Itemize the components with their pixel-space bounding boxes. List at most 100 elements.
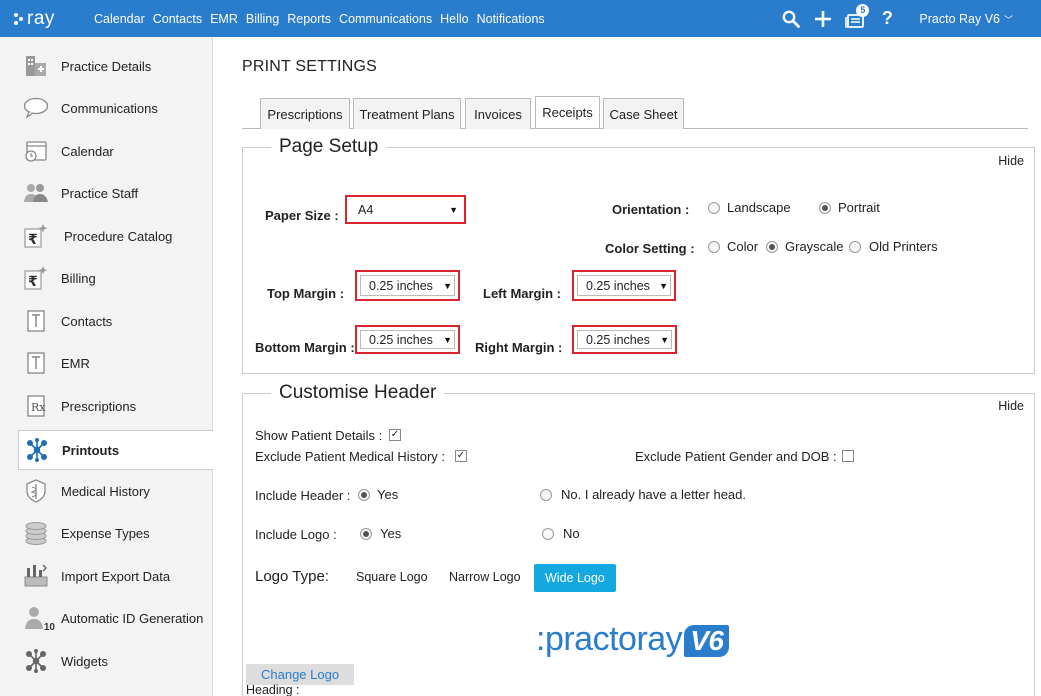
old-printers-radio[interactable] [849,241,861,253]
tab-case-sheet[interactable]: Case Sheet [603,98,684,129]
sidebar-item-label: Expense Types [61,525,150,541]
id-badge-number: 10 [43,622,55,633]
customise-header-section: Customise Header Hide Show Patient Detai… [242,382,1035,696]
nav-emr[interactable]: EMR [210,12,238,26]
exclude-medical-history-checkbox[interactable]: ✓ [455,450,467,462]
tab-invoices[interactable]: Invoices [465,98,531,129]
user-menu[interactable]: Practo Ray V6 ﹀ [919,12,1013,26]
sidebar-item-billing[interactable]: ₹ Billing [18,258,213,298]
include-logo-yes-radio[interactable] [360,528,372,540]
color-setting-label: Color Setting : [605,241,695,256]
page-setup-section: Page Setup Hide Paper Size : A4 ▼ Orient… [242,136,1035,374]
sidebar-item-widgets[interactable]: Widgets [18,641,213,681]
tab-prescriptions[interactable]: Prescriptions [260,98,350,129]
grayscale-option-label: Grayscale [785,239,844,254]
grayscale-radio[interactable] [766,241,778,253]
nav-contacts[interactable]: Contacts [153,12,202,26]
sidebar-item-calendar[interactable]: Calendar [18,131,213,171]
sidebar-item-emr[interactable]: EMR [18,343,213,383]
dropdown-arrow-icon: ▼ [443,280,452,291]
include-header-no-label: No. I already have a letter head. [561,487,747,502]
right-margin-select[interactable]: 0.25 inches ▼ [572,325,677,354]
include-header-no-radio[interactable] [540,489,552,501]
molecule-icon [24,437,50,463]
sidebar-item-printouts[interactable]: Printouts [18,430,213,470]
sidebar-item-practice-staff[interactable]: Practice Staff [18,173,213,213]
nav-reports[interactable]: Reports [287,12,331,26]
sidebar-item-import-export[interactable]: Import Export Data [18,556,213,596]
change-logo-button[interactable]: Change Logo [246,664,355,685]
print-tabs: Prescriptions Treatment Plans Invoices R… [242,96,1028,129]
sidebar-item-practice-details[interactable]: Practice Details [18,46,213,86]
sidebar-item-medical-history[interactable]: Medical History [18,471,213,511]
page-title: PRINT SETTINGS [242,58,377,75]
main-nav: Calendar Contacts EMR Billing Reports Co… [94,12,553,26]
building-icon [23,53,49,79]
sidebar-item-communications[interactable]: Communications [18,88,213,128]
coins-icon [23,520,49,546]
nav-notifications[interactable]: Notifications [477,12,545,26]
customise-header-hide-link[interactable]: Hide [998,399,1024,413]
help-glyph: ? [881,8,893,28]
exclude-gender-dob-label: Exclude Patient Gender and DOB : [635,449,837,464]
left-margin-label: Left Margin : [483,286,561,301]
include-logo-no-radio[interactable] [542,528,554,540]
square-logo-button[interactable]: Square Logo [346,564,438,590]
nav-hello[interactable]: Hello [440,12,469,26]
rupee-sparkle-icon: ₹ [23,265,49,291]
sidebar-item-contacts[interactable]: Contacts [18,301,213,341]
paper-size-select[interactable]: A4 ▼ [345,195,466,224]
orientation-landscape-radio[interactable] [708,202,720,214]
sidebar-item-prescriptions[interactable]: Rx Prescriptions [18,386,213,426]
sidebar-item-label: Automatic ID Generation [61,610,204,626]
top-margin-select[interactable]: 0.25 inches ▼ [355,270,460,301]
heading-label: Heading : [246,683,300,696]
orientation-label: Orientation : [612,202,690,217]
orientation-portrait-label: Portrait [838,200,880,215]
bottom-margin-select[interactable]: 0.25 inches ▼ [355,325,460,354]
orientation-portrait-radio[interactable] [819,202,831,214]
sidebar-item-label: Medical History [61,483,150,499]
sidebar-item-automatic-id[interactable]: 10 Automatic ID Generation [18,598,213,638]
top-margin-value: 0.25 inches [369,278,433,293]
top-navbar: ray Calendar Contacts EMR Billing Report… [0,0,1041,37]
main-content: PRINT SETTINGS Prescriptions Treatment P… [213,37,1041,696]
page-setup-hide-link[interactable]: Hide [998,154,1024,168]
app-logo[interactable]: ray [14,8,55,30]
include-header-label: Include Header : [255,488,351,503]
narrow-logo-button[interactable]: Narrow Logo [439,564,531,590]
molecule-icon [23,648,49,674]
rupee-sparkle-icon: ₹ [23,223,49,249]
sidebar-item-expense-types[interactable]: Expense Types [18,513,213,553]
sidebar-item-label: Procedure Catalog [64,228,173,244]
sidebar-item-label: Printouts [62,442,120,458]
tab-receipts[interactable]: Receipts [535,96,600,128]
sidebar-item-label: Prescriptions [61,398,137,414]
paper-size-label: Paper Size : [265,208,339,223]
add-icon[interactable] [807,0,839,37]
exclude-gender-dob-checkbox[interactable] [842,450,854,462]
nav-billing[interactable]: Billing [246,12,279,26]
left-margin-select[interactable]: 0.25 inches ▼ [572,270,676,301]
tab-treatment-plans[interactable]: Treatment Plans [353,98,461,129]
nav-communications[interactable]: Communications [339,12,432,26]
practo-ray-logo: :practoray V6 [536,620,730,659]
sidebar-item-procedure-catalog[interactable]: ₹ Procedure Catalog [18,216,213,256]
svg-text:₹: ₹ [28,274,38,290]
nav-calendar[interactable]: Calendar [94,12,145,26]
help-icon[interactable]: ? [871,0,903,37]
customise-header-legend: Customise Header [271,382,445,404]
color-radio[interactable] [708,241,720,253]
top-icons: 5 ? Practo Ray V6 ﹀ [775,0,1041,37]
notifications-icon[interactable]: 5 [839,0,871,37]
search-icon[interactable] [775,0,807,37]
calendar-clock-icon [23,138,49,164]
show-patient-details-checkbox[interactable]: ✓ [389,429,401,441]
chevron-down-icon: ﹀ [1003,14,1013,25]
wide-logo-button[interactable]: Wide Logo [534,564,616,592]
dropdown-arrow-icon: ▼ [659,280,668,291]
user-name: Practo Ray V6 [919,11,1000,26]
sidebar-item-label: Communications [61,100,158,116]
sidebar-item-label: Contacts [61,313,113,329]
include-header-yes-radio[interactable] [358,489,370,501]
